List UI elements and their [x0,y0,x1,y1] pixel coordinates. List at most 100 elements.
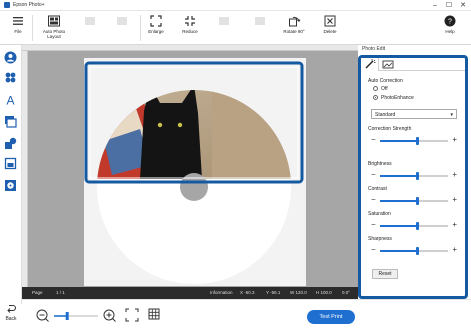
grid-icon[interactable] [148,308,160,320]
maximize-button[interactable]: ☐ [443,1,455,10]
slider-track[interactable] [380,197,448,205]
saturation-label: Saturation [368,211,391,217]
minimize-button[interactable]: – [429,1,441,10]
photo-edit-panel: Auto Correction Off PhotoEnhance Standar… [358,55,468,299]
reduce-button[interactable]: Reduce [172,14,208,44]
h-readout: H 100.0 [316,290,332,295]
bottom-bar [22,299,471,330]
delete-button[interactable]: Delete [312,14,348,44]
brightness-label: Brightness [368,161,392,167]
photo-edit-title: Photo Edit [362,46,386,52]
disabled-tool-icon [219,17,229,25]
disc-hole [180,173,208,201]
brightness-slider[interactable]: − + [371,171,457,180]
enlarge-button[interactable]: Enlarge [138,14,174,44]
disc-canvas[interactable] [22,45,358,287]
slider-track[interactable] [380,172,448,180]
window-title: Epson Photo+ [13,2,45,8]
radio-off[interactable] [373,86,378,91]
stamp-icon[interactable] [4,71,17,84]
disabled-tool-4 [242,14,278,44]
test-print-button[interactable]: Test Print [307,310,355,324]
zoom-out-icon[interactable] [36,309,49,322]
plus-icon[interactable]: + [452,196,457,204]
slider-thumb[interactable] [415,197,419,205]
slider-thumb[interactable] [415,247,419,255]
minus-icon[interactable]: − [371,221,376,229]
contrast-slider[interactable]: − + [371,196,457,205]
disc-icon[interactable] [4,179,17,192]
auto-correction-label: Auto Correction [368,78,403,84]
tab-image-adjust[interactable] [379,58,397,71]
slider-track[interactable] [380,137,448,145]
back-label: Back [5,316,17,322]
minus-icon[interactable]: − [371,196,376,204]
radio-photoenhance-label: PhotoEnhance [381,95,414,101]
slider-fill [380,250,418,252]
slider-fill [380,225,418,227]
help-button[interactable]: ? Help [432,14,468,44]
contrast-label: Contrast [368,186,387,192]
slider-thumb[interactable] [415,137,419,145]
radio-photoenhance[interactable] [373,95,378,100]
mode-select[interactable]: Standard ▾ [371,109,457,119]
reduce-icon [185,16,195,26]
shape-icon[interactable] [4,137,17,150]
chevron-down-icon: ▾ [450,112,453,118]
sharpness-label: Sharpness [368,236,392,242]
fit-page-icon[interactable] [125,308,139,322]
auto-photo-layout-label: Auto Photo Layout [42,29,66,39]
text-icon[interactable]: A [4,93,17,107]
reset-button[interactable]: Reset [372,269,398,279]
plus-icon[interactable]: + [452,221,457,229]
file-button[interactable]: File [0,14,36,44]
minus-icon[interactable]: − [371,246,376,254]
title-bar: Epson Photo+ – ☐ ✕ [0,0,471,11]
background-icon[interactable] [4,157,17,170]
frame-icon[interactable] [4,115,17,128]
rotate-icon [289,16,301,27]
canvas-area[interactable] [22,45,358,287]
magic-wand-icon [365,59,376,69]
sharpness-slider[interactable]: − + [371,246,457,255]
saturation-slider[interactable]: − + [371,221,457,230]
disabled-tool-icon [117,17,127,25]
plus-icon[interactable]: + [452,171,457,179]
left-toolbar: A [0,45,22,304]
user-icon[interactable] [4,51,17,64]
disabled-tool-icon [255,17,265,25]
minus-icon[interactable]: − [371,136,376,144]
correction-strength-slider[interactable]: − + [371,136,457,145]
svg-text:A: A [6,94,14,107]
slider-track[interactable] [380,247,448,255]
w-readout: W 120.0 [290,290,307,295]
zoom-controls [36,308,160,322]
enlarge-label: Enlarge [148,29,164,34]
plus-icon[interactable]: + [452,136,457,144]
minus-icon[interactable]: − [371,171,376,179]
status-bar: Page 1 / 1 Information X -60.3 Y -56.1 W… [22,287,358,299]
disabled-tool-1 [72,14,108,44]
slider-track[interactable] [380,222,448,230]
file-label: File [14,29,22,34]
slider-thumb[interactable] [415,222,419,230]
y-readout: Y -56.1 [266,290,281,295]
slider-thumb[interactable] [415,172,419,180]
auto-layout-icon [48,15,60,27]
help-label: Help [445,29,455,34]
close-button[interactable]: ✕ [457,1,469,10]
rotate-label: Rotate 90° [283,29,305,34]
svg-text:?: ? [448,19,452,26]
back-button[interactable]: Back [0,304,22,330]
help-icon: ? [444,15,456,27]
rotate-button[interactable]: Rotate 90° [276,14,312,44]
zoom-slider-thumb[interactable] [65,312,69,320]
toolbar: File Auto Photo Layout Enlarge Reduce Ro… [0,11,471,45]
angle-readout: 0.0° [342,290,351,295]
zoom-in-icon[interactable] [103,309,116,322]
disabled-tool-3 [206,14,242,44]
auto-photo-layout-button[interactable]: Auto Photo Layout [36,14,72,44]
plus-icon[interactable]: + [452,246,457,254]
tab-auto-correct[interactable] [361,58,379,71]
disabled-tool-icon [85,17,95,25]
